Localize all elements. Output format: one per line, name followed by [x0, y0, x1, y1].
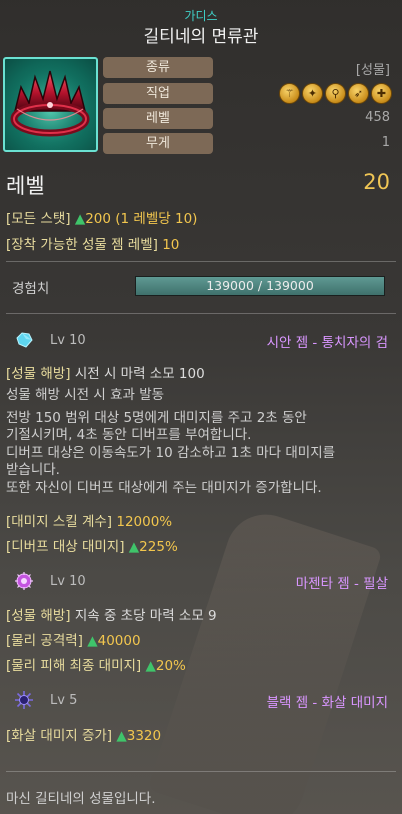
stat-value-level: 458: [365, 110, 390, 125]
gem2-active-line: [성물 해방] 지속 중 초당 마력 소모 9: [6, 604, 217, 624]
stat-key-weight: 무게: [103, 133, 213, 154]
item-flavor-text: 마신 길티네의 성물입니다.: [6, 791, 156, 807]
gem-level-value: 10: [162, 237, 180, 253]
gem-name: 마젠타 젬 - 필살: [295, 576, 388, 592]
black-gem-icon: [15, 691, 33, 709]
stat-key-type: 종류: [103, 57, 213, 78]
all-stats-line: [모든 스탯] ▲200 (1 레벨당 10): [6, 207, 197, 227]
desc-line: 받습니다.: [6, 462, 60, 478]
gem1-active-line: [성물 해방] 시전 시 마력 소모 100: [6, 362, 205, 382]
item-title: 길티네의 면류관: [143, 27, 259, 47]
tooltip-header: 가디스 길티네의 면류관: [0, 0, 402, 52]
magenta-gem-icon: [15, 572, 33, 590]
gem-level-key: [장착 가능한 성물 젬 레벨]: [6, 237, 158, 253]
skill-coef-value: 12000%: [116, 514, 173, 530]
gem-level: Lv 10: [50, 574, 86, 589]
gem-level: Lv 10: [50, 333, 86, 348]
level-label: 레벨: [6, 174, 45, 198]
stat-value-weight: 1: [381, 135, 390, 150]
level-value: 20: [363, 170, 390, 194]
up-arrow-icon: ▲: [128, 539, 140, 555]
all-stats-per-level-value: 10): [175, 211, 198, 227]
exp-bar: 139000 / 139000: [135, 276, 385, 296]
arrow-dmg-value: 3320: [126, 728, 162, 744]
job-class-2-icon: ✦: [302, 83, 323, 104]
job-class-5-icon: ✚: [371, 83, 392, 104]
gem-level: Lv 5: [50, 693, 78, 708]
gem2-active-text: 지속 중 초당 마력 소모 9: [74, 608, 217, 624]
gem-level-line: [장착 가능한 성물 젬 레벨] 10: [6, 233, 179, 253]
job-class-3-icon: ⚲: [325, 83, 346, 104]
all-stats-key: [모든 스탯]: [6, 211, 71, 227]
job-class-1-icon: ⚚: [279, 83, 300, 104]
divider: [6, 313, 396, 314]
cyan-gem-icon: [16, 332, 33, 348]
skill-coef-key: [대미지 스킬 계수]: [6, 514, 113, 530]
desc-line: 성물 해방 시전 시 효과 발동: [6, 387, 165, 403]
job-icons: ⚚ ✦ ⚲ ➶ ✚: [279, 83, 392, 104]
all-stats-per-level: (1 레벨당: [115, 211, 171, 227]
debuff-dmg-value: 225%: [139, 539, 178, 555]
stat-row-type: 종류 [성물]: [0, 57, 402, 79]
gem1-active-key: [성물 해방]: [6, 366, 71, 382]
debuff-dmg-key: [디버프 대상 대미지]: [6, 539, 125, 555]
desc-line: 디버프 대상은 이동속도가 10 감소하고 1초 마다 대미지를: [6, 444, 336, 461]
gem-name: 시안 젬 - 통치자의 검: [266, 335, 388, 351]
gem-row-3: Lv 5 블랙 젬 - 화살 대미지: [0, 690, 402, 714]
stat-value-type: [성물]: [355, 63, 390, 78]
stat-row-level: 레벨 458: [0, 108, 402, 130]
desc-line: 전방 150 범위 대상 5명에게 대미지를 주고 2초 동안: [6, 409, 307, 426]
gem1-description: 성물 해방 시전 시 효과 발동 전방 150 범위 대상 5명에게 대미지를 …: [6, 387, 398, 497]
all-stats-value: 200: [85, 211, 111, 227]
gem-row-1: Lv 10 시안 젬 - 통치자의 검: [0, 330, 402, 354]
desc-line: 또한 자신이 디버프 대상에게 주는 대미지가 증가합니다.: [6, 479, 322, 496]
stat-row-job: 직업 ⚚ ✦ ⚲ ➶ ✚: [0, 83, 402, 105]
gem-name: 블랙 젬 - 화살 대미지: [266, 695, 388, 711]
up-arrow-icon: ▲: [145, 658, 156, 674]
phys-atk-key: [물리 공격력]: [6, 633, 83, 649]
exp-label: 경험치: [12, 281, 50, 297]
gem2-active-key: [성물 해방]: [6, 608, 71, 624]
arrow-dmg-line: [화살 대미지 증가] ▲3320: [6, 724, 161, 744]
stat-key-job: 직업: [103, 83, 213, 104]
up-arrow-icon: ▲: [116, 728, 127, 744]
divider: [6, 771, 396, 772]
exp-text: 139000 / 139000: [206, 278, 314, 293]
phys-atk-line: [물리 공격력] ▲40000: [6, 629, 141, 649]
phys-final-line: [물리 피해 최종 대미지] ▲20%: [6, 654, 186, 674]
up-arrow-icon: ▲: [74, 211, 86, 227]
arrow-dmg-key: [화살 대미지 증가]: [6, 728, 113, 744]
gem-row-2: Lv 10 마젠타 젬 - 필살: [0, 571, 402, 595]
phys-final-value: 20%: [155, 658, 186, 674]
desc-line: 기절시키며, 4초 동안 디버프를 부여합니다.: [6, 427, 252, 443]
divider: [6, 261, 396, 262]
phys-final-key: [물리 피해 최종 대미지]: [6, 658, 142, 674]
debuff-dmg-line: [디버프 대상 대미지] ▲225%: [6, 535, 178, 555]
skill-coef-line: [대미지 스킬 계수] 12000%: [6, 510, 172, 530]
stat-row-weight: 무게 1: [0, 133, 402, 155]
item-tooltip: 가디스 길티네의 면류관 종류 [성물] 직업 ⚚ ✦ ⚲ ➶ ✚ 레벨 458…: [0, 0, 402, 814]
gem1-active-text: 시전 시 마력 소모 100: [74, 366, 205, 382]
up-arrow-icon: ▲: [87, 633, 98, 649]
phys-atk-value: 40000: [97, 633, 141, 649]
stat-key-level: 레벨: [103, 108, 213, 129]
job-class-4-icon: ➶: [348, 83, 369, 104]
